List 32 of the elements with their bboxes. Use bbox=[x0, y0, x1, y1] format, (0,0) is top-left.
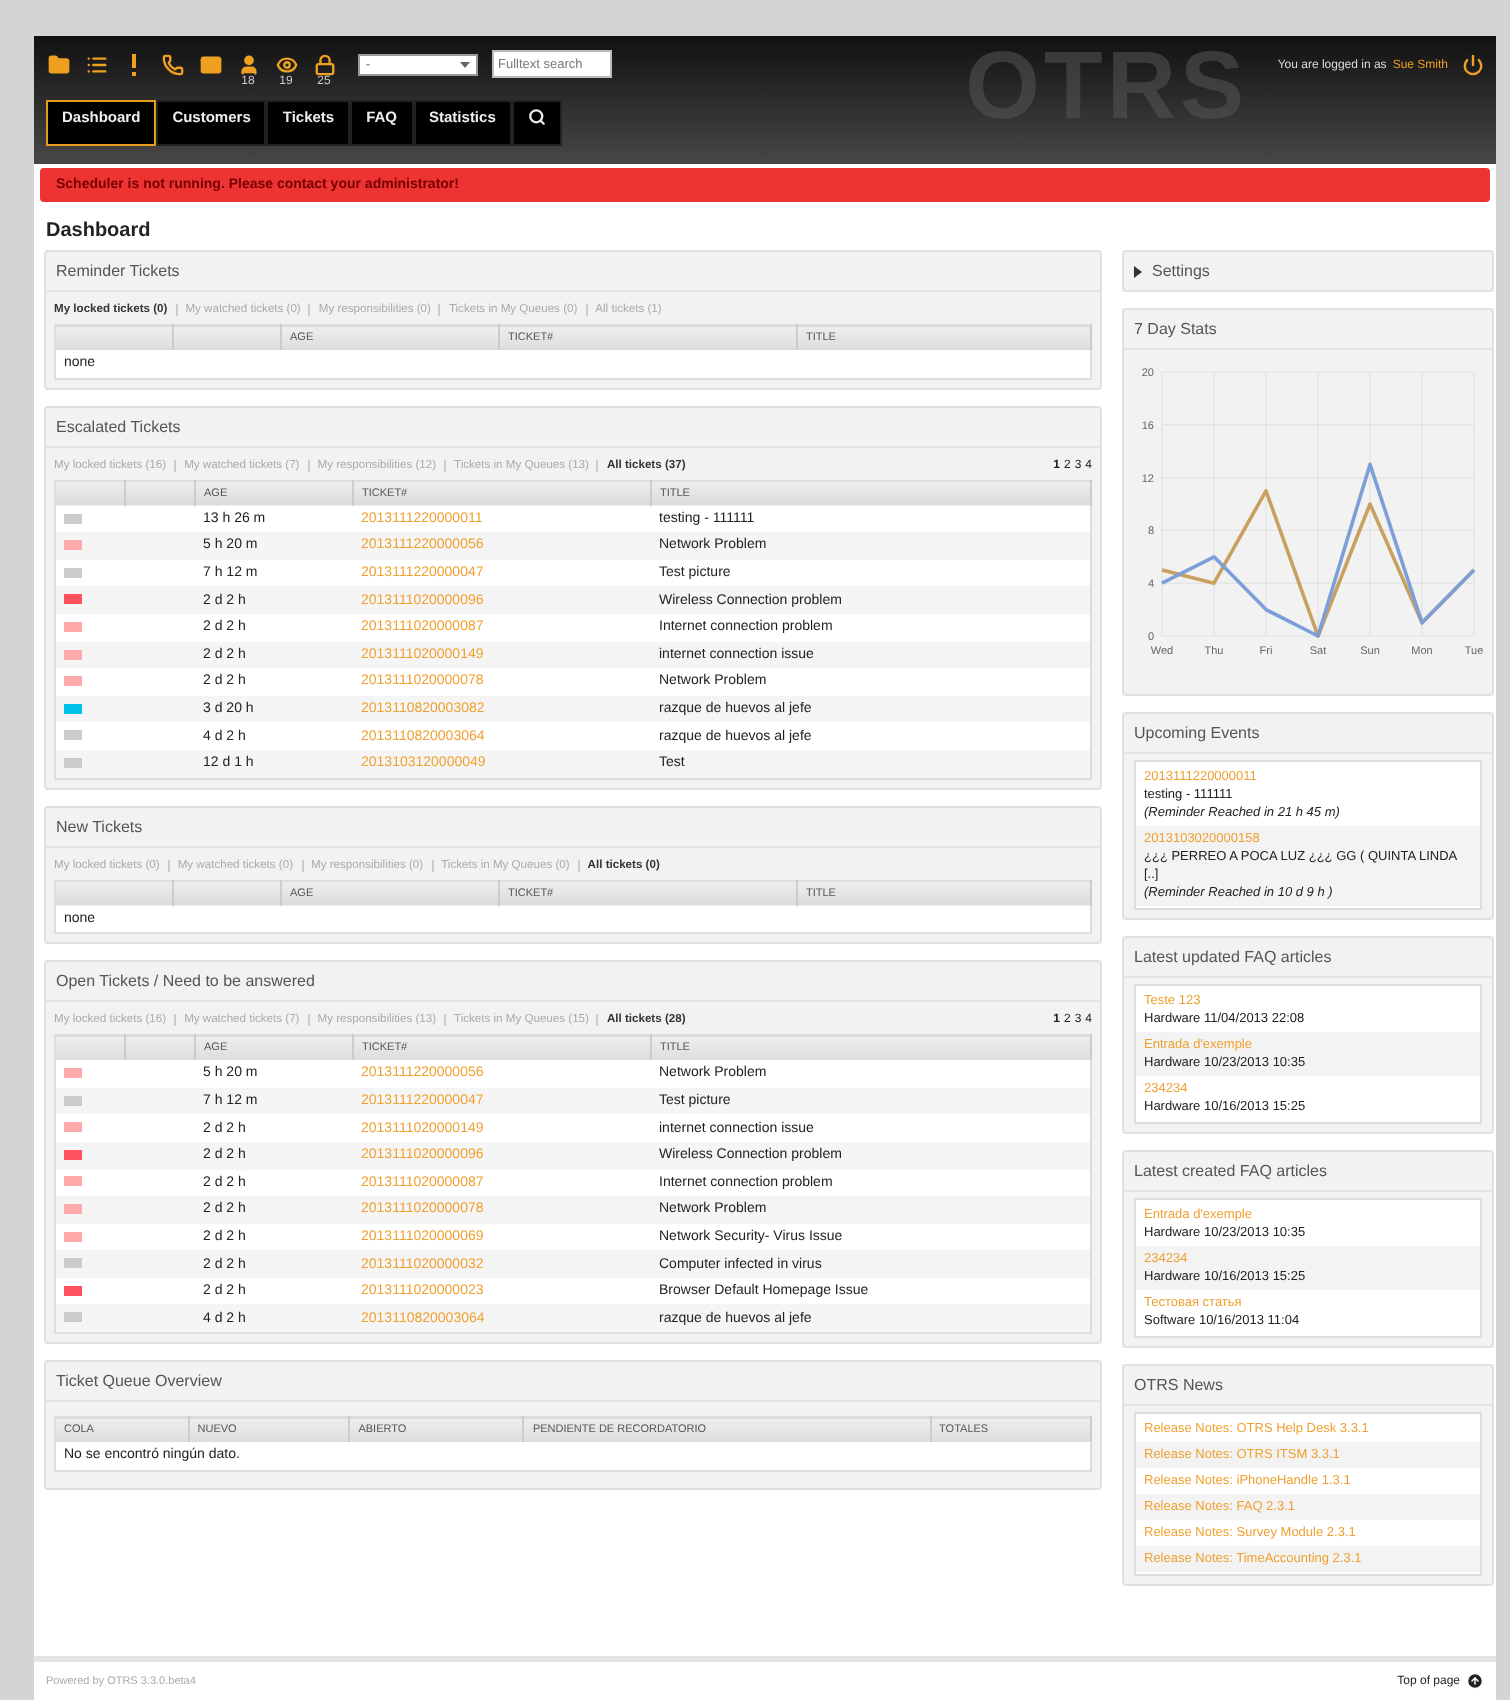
widget-title: Latest created FAQ articles bbox=[1134, 1162, 1327, 1180]
toolbar-button[interactable] bbox=[275, 54, 297, 76]
page-title: Dashboard bbox=[46, 220, 153, 242]
search-icon bbox=[527, 108, 546, 126]
widget-title: Ticket Queue Overview bbox=[56, 1372, 222, 1391]
list-icon bbox=[85, 54, 107, 76]
widget-title: OTRS News bbox=[1134, 1376, 1223, 1394]
lock-icon bbox=[313, 54, 335, 76]
widget-title: 7 Day Stats bbox=[1134, 320, 1217, 338]
widget-title: New Tickets bbox=[56, 817, 143, 836]
power-icon[interactable] bbox=[1462, 54, 1484, 76]
toolbar-button[interactable] bbox=[85, 54, 107, 76]
folder-icon bbox=[47, 54, 69, 76]
widget-title: Reminder Tickets bbox=[56, 262, 180, 280]
arrow-up-icon bbox=[1466, 1672, 1484, 1690]
widget-title: Upcoming Events bbox=[1134, 724, 1260, 742]
exclamation-icon bbox=[130, 54, 138, 76]
search-tab[interactable] bbox=[511, 100, 562, 146]
toolbar-button[interactable] bbox=[130, 54, 138, 76]
toolbar-button[interactable] bbox=[313, 54, 335, 76]
caret-icon bbox=[460, 62, 470, 68]
widget-title[interactable]: Settings bbox=[1152, 262, 1210, 280]
widget-title: Escalated Tickets bbox=[56, 417, 181, 436]
widget-title: Latest updated FAQ articles bbox=[1134, 948, 1332, 966]
toolbar-button[interactable] bbox=[161, 54, 183, 76]
phone-icon bbox=[161, 54, 183, 76]
toolbar-button[interactable] bbox=[237, 54, 259, 76]
eye-icon bbox=[275, 54, 297, 76]
toolbar-button[interactable] bbox=[47, 54, 69, 76]
person-icon bbox=[237, 54, 259, 76]
widget-title: Open Tickets / Need to be answered bbox=[56, 972, 315, 991]
caret-right-icon[interactable] bbox=[1134, 265, 1142, 277]
